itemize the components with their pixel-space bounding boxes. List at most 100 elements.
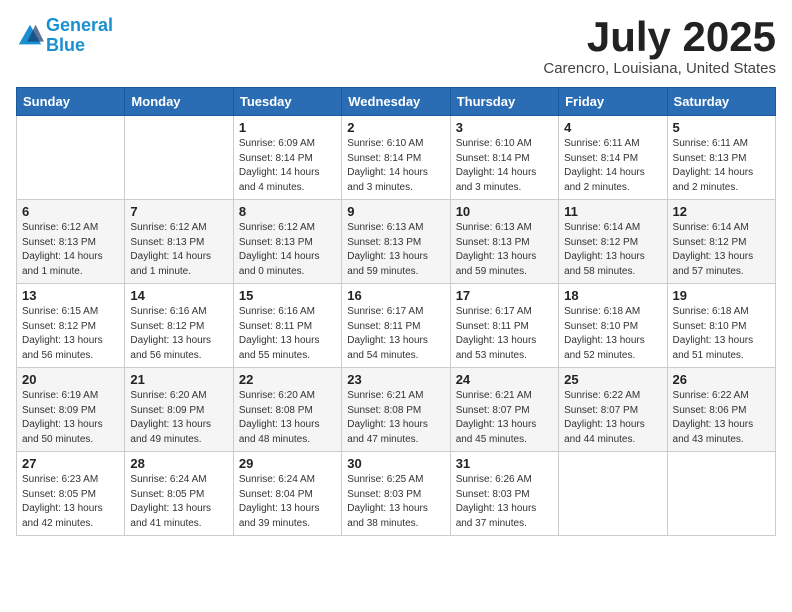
day-number: 12 <box>673 204 770 219</box>
day-header-friday: Friday <box>559 88 667 116</box>
calendar-cell: 28 Sunrise: 6:24 AM Sunset: 8:05 PM Dayli… <box>125 452 233 536</box>
day-content: Sunrise: 6:24 AM Sunset: 8:05 PM Dayligh… <box>130 473 227 531</box>
day-number: 1 <box>239 120 336 135</box>
day-content: Sunrise: 6:10 AM Sunset: 8:14 PM Dayligh… <box>456 137 553 195</box>
calendar-cell: 27 Sunrise: 6:23 AM Sunset: 8:05 PM Dayli… <box>17 452 125 536</box>
calendar-cell: 3 Sunrise: 6:10 AM Sunset: 8:14 PM Daylig… <box>450 116 558 200</box>
page-header: General Blue July 2025 Carencro, Louisia… <box>16 16 776 77</box>
location: Carencro, Louisiana, United States <box>543 60 776 77</box>
day-content: Sunrise: 6:14 AM Sunset: 8:12 PM Dayligh… <box>564 221 661 279</box>
week-row-4: 20 Sunrise: 6:19 AM Sunset: 8:09 PM Dayli… <box>17 368 776 452</box>
day-number: 11 <box>564 204 661 219</box>
calendar-cell: 19 Sunrise: 6:18 AM Sunset: 8:10 PM Dayli… <box>667 284 775 368</box>
calendar-cell: 7 Sunrise: 6:12 AM Sunset: 8:13 PM Daylig… <box>125 200 233 284</box>
week-row-5: 27 Sunrise: 6:23 AM Sunset: 8:05 PM Dayli… <box>17 452 776 536</box>
day-number: 22 <box>239 372 336 387</box>
calendar-cell: 22Sunrise: 6:20 AM Sunset: 8:08 PM Dayli… <box>233 368 341 452</box>
day-number: 9 <box>347 204 444 219</box>
day-content: Sunrise: 6:16 AM Sunset: 8:11 PM Dayligh… <box>239 305 336 363</box>
calendar-header-row: SundayMondayTuesdayWednesdayThursdayFrid… <box>17 88 776 116</box>
day-content: Sunrise: 6:18 AM Sunset: 8:10 PM Dayligh… <box>673 305 770 363</box>
calendar-cell: 23Sunrise: 6:21 AM Sunset: 8:08 PM Dayli… <box>342 368 450 452</box>
calendar-cell: 4 Sunrise: 6:11 AM Sunset: 8:14 PM Daylig… <box>559 116 667 200</box>
day-number: 14 <box>130 288 227 303</box>
day-content: Sunrise: 6:20 AM Sunset: 8:09 PM Dayligh… <box>130 389 227 447</box>
day-content: Sunrise: 6:23 AM Sunset: 8:05 PM Dayligh… <box>22 473 119 531</box>
calendar-cell: 5 Sunrise: 6:11 AM Sunset: 8:13 PM Daylig… <box>667 116 775 200</box>
calendar-table: SundayMondayTuesdayWednesdayThursdayFrid… <box>16 87 776 536</box>
day-number: 13 <box>22 288 119 303</box>
day-content: Sunrise: 6:17 AM Sunset: 8:11 PM Dayligh… <box>456 305 553 363</box>
calendar-cell: 1 Sunrise: 6:09 AM Sunset: 8:14 PM Daylig… <box>233 116 341 200</box>
day-content: Sunrise: 6:09 AM Sunset: 8:14 PM Dayligh… <box>239 137 336 195</box>
day-header-thursday: Thursday <box>450 88 558 116</box>
day-content: Sunrise: 6:21 AM Sunset: 8:08 PM Dayligh… <box>347 389 444 447</box>
calendar-cell: 15 Sunrise: 6:16 AM Sunset: 8:11 PM Dayli… <box>233 284 341 368</box>
day-content: Sunrise: 6:14 AM Sunset: 8:12 PM Dayligh… <box>673 221 770 279</box>
day-content: Sunrise: 6:13 AM Sunset: 8:13 PM Dayligh… <box>347 221 444 279</box>
day-content: Sunrise: 6:11 AM Sunset: 8:13 PM Dayligh… <box>673 137 770 195</box>
calendar-cell: 9 Sunrise: 6:13 AM Sunset: 8:13 PM Daylig… <box>342 200 450 284</box>
day-content: Sunrise: 6:17 AM Sunset: 8:11 PM Dayligh… <box>347 305 444 363</box>
day-number: 16 <box>347 288 444 303</box>
day-header-tuesday: Tuesday <box>233 88 341 116</box>
day-number: 26 <box>673 372 770 387</box>
day-content: Sunrise: 6:19 AM Sunset: 8:09 PM Dayligh… <box>22 389 119 447</box>
day-content: Sunrise: 6:24 AM Sunset: 8:04 PM Dayligh… <box>239 473 336 531</box>
calendar-cell: 10Sunrise: 6:13 AM Sunset: 8:13 PM Dayli… <box>450 200 558 284</box>
day-content: Sunrise: 6:16 AM Sunset: 8:12 PM Dayligh… <box>130 305 227 363</box>
day-content: Sunrise: 6:12 AM Sunset: 8:13 PM Dayligh… <box>130 221 227 279</box>
day-content: Sunrise: 6:22 AM Sunset: 8:07 PM Dayligh… <box>564 389 661 447</box>
day-number: 30 <box>347 456 444 471</box>
day-number: 28 <box>130 456 227 471</box>
day-number: 18 <box>564 288 661 303</box>
logo-line2: Blue <box>46 35 85 55</box>
day-number: 19 <box>673 288 770 303</box>
day-header-saturday: Saturday <box>667 88 775 116</box>
day-number: 27 <box>22 456 119 471</box>
calendar-cell: 17 Sunrise: 6:17 AM Sunset: 8:11 PM Dayli… <box>450 284 558 368</box>
day-content: Sunrise: 6:12 AM Sunset: 8:13 PM Dayligh… <box>22 221 119 279</box>
calendar-cell: 16 Sunrise: 6:17 AM Sunset: 8:11 PM Dayli… <box>342 284 450 368</box>
day-number: 3 <box>456 120 553 135</box>
day-number: 15 <box>239 288 336 303</box>
day-number: 21 <box>130 372 227 387</box>
week-row-1: 1 Sunrise: 6:09 AM Sunset: 8:14 PM Daylig… <box>17 116 776 200</box>
calendar-cell: 14 Sunrise: 6:16 AM Sunset: 8:12 PM Dayli… <box>125 284 233 368</box>
week-row-3: 13 Sunrise: 6:15 AM Sunset: 8:12 PM Dayli… <box>17 284 776 368</box>
calendar-cell <box>125 116 233 200</box>
calendar-cell: 31Sunrise: 6:26 AM Sunset: 8:03 PM Dayli… <box>450 452 558 536</box>
day-header-sunday: Sunday <box>17 88 125 116</box>
calendar-cell: 2 Sunrise: 6:10 AM Sunset: 8:14 PM Daylig… <box>342 116 450 200</box>
day-content: Sunrise: 6:10 AM Sunset: 8:14 PM Dayligh… <box>347 137 444 195</box>
day-number: 29 <box>239 456 336 471</box>
day-content: Sunrise: 6:21 AM Sunset: 8:07 PM Dayligh… <box>456 389 553 447</box>
calendar-cell: 24 Sunrise: 6:21 AM Sunset: 8:07 PM Dayli… <box>450 368 558 452</box>
day-content: Sunrise: 6:13 AM Sunset: 8:13 PM Dayligh… <box>456 221 553 279</box>
calendar-cell: 13 Sunrise: 6:15 AM Sunset: 8:12 PM Dayli… <box>17 284 125 368</box>
calendar-cell: 12 Sunrise: 6:14 AM Sunset: 8:12 PM Dayli… <box>667 200 775 284</box>
day-content: Sunrise: 6:25 AM Sunset: 8:03 PM Dayligh… <box>347 473 444 531</box>
calendar-cell: 21 Sunrise: 6:20 AM Sunset: 8:09 PM Dayli… <box>125 368 233 452</box>
calendar-cell: 20 Sunrise: 6:19 AM Sunset: 8:09 PM Dayli… <box>17 368 125 452</box>
calendar-cell: 18 Sunrise: 6:18 AM Sunset: 8:10 PM Dayli… <box>559 284 667 368</box>
day-content: Sunrise: 6:18 AM Sunset: 8:10 PM Dayligh… <box>564 305 661 363</box>
title-block: July 2025 Carencro, Louisiana, United St… <box>543 16 776 77</box>
day-content: Sunrise: 6:15 AM Sunset: 8:12 PM Dayligh… <box>22 305 119 363</box>
calendar-cell: 29 Sunrise: 6:24 AM Sunset: 8:04 PM Dayli… <box>233 452 341 536</box>
calendar-cell: 26Sunrise: 6:22 AM Sunset: 8:06 PM Dayli… <box>667 368 775 452</box>
day-content: Sunrise: 6:11 AM Sunset: 8:14 PM Dayligh… <box>564 137 661 195</box>
day-header-wednesday: Wednesday <box>342 88 450 116</box>
calendar-cell: 11 Sunrise: 6:14 AM Sunset: 8:12 PM Dayli… <box>559 200 667 284</box>
day-content: Sunrise: 6:12 AM Sunset: 8:13 PM Dayligh… <box>239 221 336 279</box>
day-number: 17 <box>456 288 553 303</box>
week-row-2: 6Sunrise: 6:12 AM Sunset: 8:13 PM Daylig… <box>17 200 776 284</box>
day-number: 20 <box>22 372 119 387</box>
day-number: 2 <box>347 120 444 135</box>
day-number: 7 <box>130 204 227 219</box>
calendar-cell <box>667 452 775 536</box>
calendar-cell <box>17 116 125 200</box>
day-number: 4 <box>564 120 661 135</box>
day-number: 5 <box>673 120 770 135</box>
day-number: 24 <box>456 372 553 387</box>
